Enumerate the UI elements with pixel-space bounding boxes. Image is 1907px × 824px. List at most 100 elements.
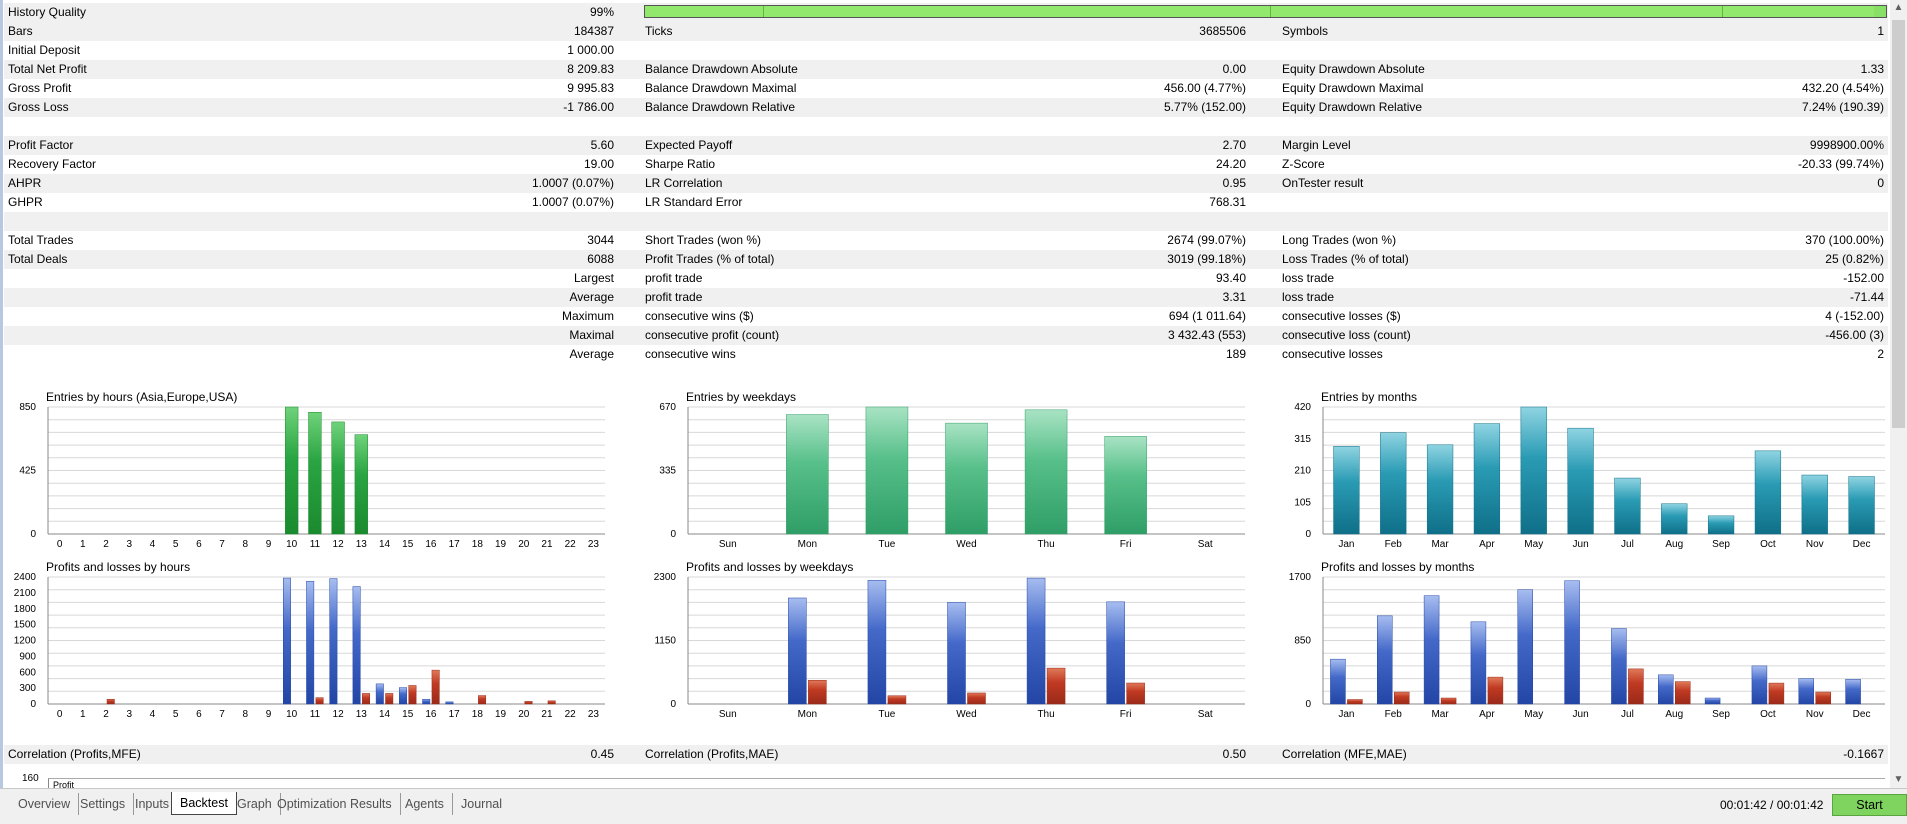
tab-journal[interactable]: Journal	[453, 793, 510, 815]
pl-weekdays-plot: 2300 1150 0 Sun Mon Tue Wed Thu Fri Sat	[654, 572, 1245, 720]
history-quality-label: History Quality	[8, 5, 87, 19]
stat-label: consecutive losses ($)	[1282, 309, 1401, 323]
y-tick-label: 0	[1305, 699, 1311, 710]
y-tick-label: 670	[659, 402, 676, 413]
x-tick-label: Oct	[1760, 539, 1776, 550]
y-tick-label: 1200	[14, 636, 37, 647]
stats-row	[4, 212, 1888, 231]
x-tick-label: 6	[196, 709, 202, 720]
profit-bar	[1751, 665, 1768, 705]
stat-value: 2	[1877, 347, 1884, 361]
x-tick-label: 12	[333, 539, 345, 550]
stat-value: 3685506	[1199, 24, 1246, 38]
correlation-value-3: -0.1667	[1843, 747, 1884, 761]
y-tick-label: 335	[659, 466, 676, 477]
x-tick-label: May	[1524, 539, 1543, 550]
loss-bar	[408, 685, 417, 705]
history-quality-bar	[644, 5, 1887, 18]
entries-hours-title: Entries by hours (Asia,Europe,USA)	[46, 390, 238, 404]
x-tick-label: Mon	[798, 709, 817, 720]
x-tick-label: 2	[103, 709, 109, 720]
stat-value: -20.33 (99.74%)	[1797, 157, 1884, 171]
stat-value: Average	[569, 290, 614, 304]
profit-bar	[399, 687, 407, 705]
stats-row: Maximum consecutive wins ($) 694 (1 011.64…	[4, 307, 1888, 326]
stat-value: -456.00 (3)	[1825, 328, 1884, 342]
stat-label: Total Net Profit	[8, 62, 87, 76]
entries-bar	[945, 422, 988, 535]
scrollbar-thumb[interactable]	[1892, 20, 1905, 428]
tab-settings[interactable]: Settings	[72, 793, 135, 815]
stat-label: consecutive loss (count)	[1282, 328, 1411, 342]
profit-bar	[1658, 674, 1674, 705]
stat-label: Loss Trades (% of total)	[1282, 252, 1409, 266]
tab-optimization-results[interactable]: Optimization Results	[269, 793, 401, 815]
x-tick-label: Tue	[878, 539, 895, 550]
stat-value: 24.20	[1215, 157, 1246, 171]
stat-value: 456.00 (4.77%)	[1163, 81, 1246, 95]
correlation-row: Correlation (Profits,MFE) 0.45 Correlati…	[4, 745, 1888, 764]
x-tick-label: 9	[266, 539, 272, 550]
y-tick-label: 0	[30, 699, 36, 710]
profit-mfe-legend: Profit	[53, 780, 75, 788]
tab-agents[interactable]: Agents	[397, 793, 453, 815]
x-tick-label: 13	[356, 539, 368, 550]
y-tick-label: 850	[19, 402, 36, 413]
correlation-value-1: 0.45	[590, 747, 614, 761]
tab-overview[interactable]: Overview	[10, 793, 80, 815]
loss-bar	[1815, 691, 1831, 705]
stat-value: 432.20 (4.54%)	[1801, 81, 1884, 95]
y-tick-label: 315	[1294, 434, 1311, 445]
x-tick-label: 7	[219, 539, 225, 550]
x-tick-label: Apr	[1479, 539, 1495, 550]
x-tick-label: Dec	[1853, 709, 1871, 720]
x-tick-label: 18	[472, 539, 484, 550]
x-tick-label: 19	[495, 709, 507, 720]
scroll-down-icon[interactable]: ▼	[1890, 772, 1907, 788]
x-tick-label: 11	[310, 539, 321, 550]
tab-backtest[interactable]: Backtest	[171, 792, 237, 815]
profit-bar	[1564, 580, 1580, 705]
start-button[interactable]: Start	[1832, 794, 1907, 816]
x-tick-label: 23	[588, 539, 600, 550]
x-tick-label: Sun	[719, 709, 737, 720]
stat-label: consecutive losses	[1282, 347, 1383, 361]
x-tick-label: Fri	[1120, 539, 1132, 550]
tester-tab-bar: Overview Settings Inputs Backtest Graph Optim…	[0, 788, 1907, 824]
stat-label: Symbols	[1282, 24, 1329, 38]
x-tick-label: Tue	[878, 709, 895, 720]
stat-label: AHPR	[8, 176, 42, 190]
entries-bar	[1567, 427, 1594, 535]
y-tick-label: 0	[670, 699, 676, 710]
x-tick-label: Jul	[1621, 709, 1634, 720]
x-tick-label: 7	[219, 709, 225, 720]
entries-bar	[865, 406, 909, 535]
entries-bar	[1848, 476, 1875, 535]
y-tick-label: 210	[1294, 466, 1311, 477]
x-tick-label: 1	[80, 709, 86, 720]
loss-bar	[1628, 668, 1644, 705]
y-tick-label: 2100	[14, 588, 37, 599]
y-tick-label: 1150	[654, 636, 676, 647]
elapsed-timer: 00:01:42 / 00:01:42	[1720, 798, 1824, 812]
x-tick-label: Sat	[1198, 709, 1213, 720]
quality-bar-tick	[763, 6, 764, 17]
x-tick-label: Jan	[1338, 539, 1354, 550]
stats-row: Gross Profit 9 995.83 Balance Drawdown Max…	[4, 79, 1888, 98]
x-tick-label: 10	[286, 709, 298, 720]
x-tick-label: 22	[565, 539, 577, 550]
vertical-scrollbar[interactable]: ▲ ▼	[1890, 0, 1907, 788]
x-tick-label: Feb	[1385, 709, 1403, 720]
stats-row	[4, 117, 1888, 136]
loss-bar	[1394, 691, 1410, 705]
entries-weekdays-plot: 670 335 0 Sun Mon Tue Wed Thu Fri Sat	[659, 402, 1245, 550]
y-tick-label: 0	[30, 529, 36, 540]
pl-weekdays-chart: Profits and losses by weekdays 2300 1150 0 S…	[640, 555, 1245, 725]
x-tick-label: 17	[449, 709, 461, 720]
scroll-up-icon[interactable]: ▲	[1890, 0, 1907, 16]
entries-hours-chart: Entries by hours (Asia,Europe,USA) 850 425…	[0, 385, 605, 555]
y-tick-label: 1800	[14, 604, 37, 615]
x-tick-label: Feb	[1385, 539, 1403, 550]
stat-value: -1 786.00	[563, 100, 614, 114]
stat-label: Equity Drawdown Maximal	[1282, 81, 1424, 95]
